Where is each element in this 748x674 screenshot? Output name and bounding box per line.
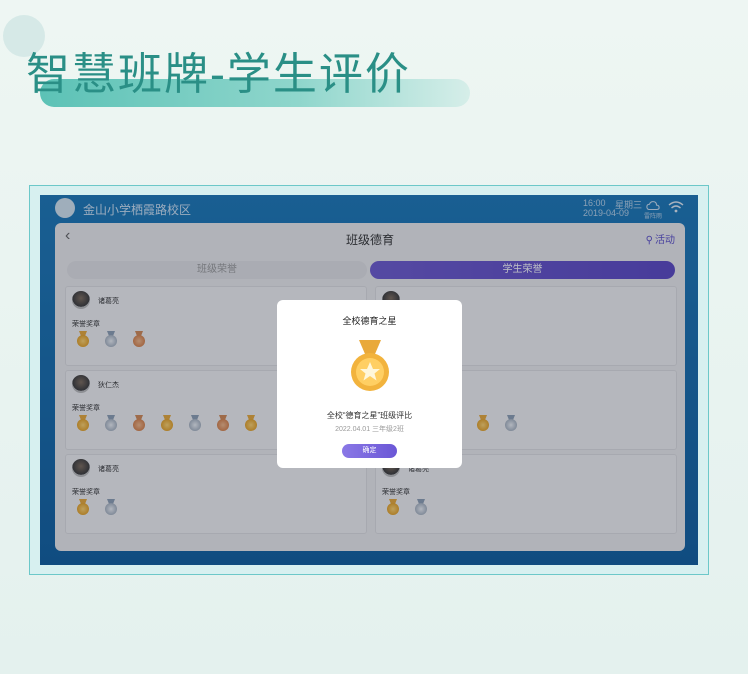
confirm-button[interactable]: 确定 xyxy=(342,444,397,458)
modal-subtitle: 2022.04.01 三年级2班 xyxy=(335,426,404,433)
page-title: 智慧班牌-学生评价 xyxy=(26,49,411,100)
modal-description: 全校“德育之星”班级评比 xyxy=(326,411,413,420)
honor-modal: 全校德育之星 全校“德育之星”班级评比 2022.04.01 三年级2班 确定 xyxy=(277,300,462,468)
modal-title: 全校德育之星 xyxy=(342,316,397,326)
gold-medal-icon xyxy=(351,340,389,391)
